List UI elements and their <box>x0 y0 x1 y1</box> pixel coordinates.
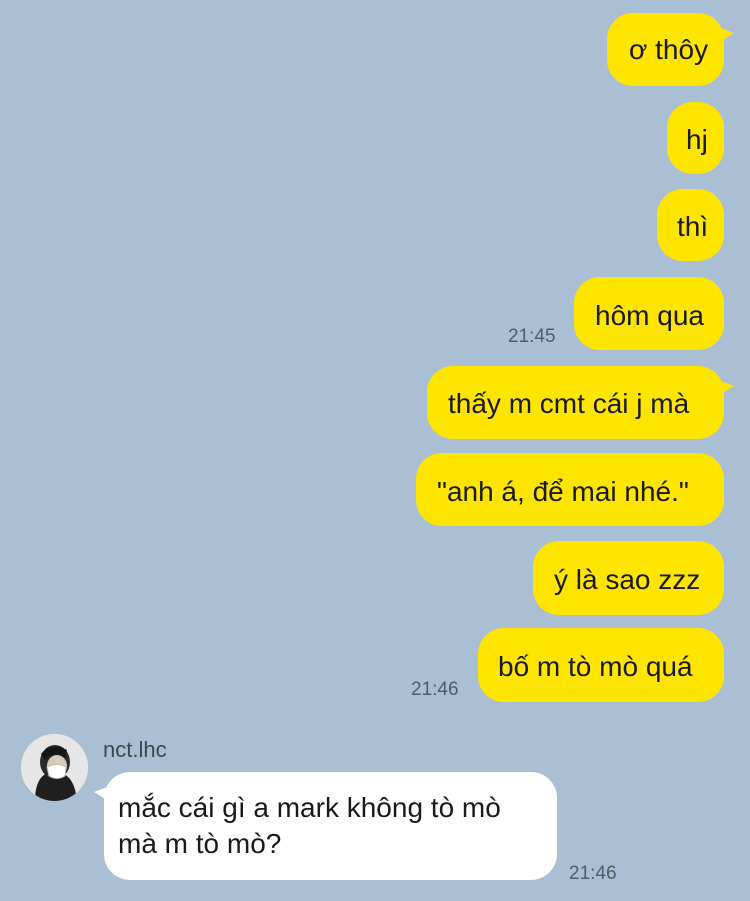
message-text: hj <box>686 124 708 155</box>
outgoing-message[interactable]: ơ thôy <box>607 13 734 86</box>
message-text: ơ thôy <box>629 34 709 65</box>
outgoing-message[interactable]: ý là sao zzz <box>533 541 724 615</box>
outgoing-message[interactable]: thì <box>657 189 724 261</box>
message-timestamp: 21:46 <box>411 679 459 700</box>
message-text: bố m tò mò quá <box>498 651 693 682</box>
message-text: ý là sao zzz <box>554 564 701 595</box>
message-text: thấy m cmt cái j mà <box>448 388 690 419</box>
outgoing-message[interactable]: hôm qua <box>574 277 724 350</box>
outgoing-message[interactable]: hj <box>667 102 724 174</box>
incoming-message[interactable]: mắc cái gì a mark không tò mò mà m tò mò… <box>94 772 557 880</box>
message-timestamp: 21:46 <box>569 863 617 884</box>
avatar[interactable] <box>21 734 88 801</box>
outgoing-message[interactable]: bố m tò mò quá <box>478 628 724 702</box>
message-timestamp: 21:45 <box>508 326 556 347</box>
sender-name[interactable]: nct.lhc <box>103 737 167 763</box>
outgoing-message[interactable]: "anh á, để mai nhé." <box>416 453 724 526</box>
message-text: thì <box>677 211 709 242</box>
message-text: mắc cái gì a mark không tò mò mà m tò mò… <box>118 792 501 859</box>
outgoing-message[interactable]: thấy m cmt cái j mà <box>427 366 734 439</box>
message-text: "anh á, để mai nhé." <box>437 476 689 507</box>
message-text: hôm qua <box>595 300 704 331</box>
profile-photo-masked-person <box>21 734 88 801</box>
